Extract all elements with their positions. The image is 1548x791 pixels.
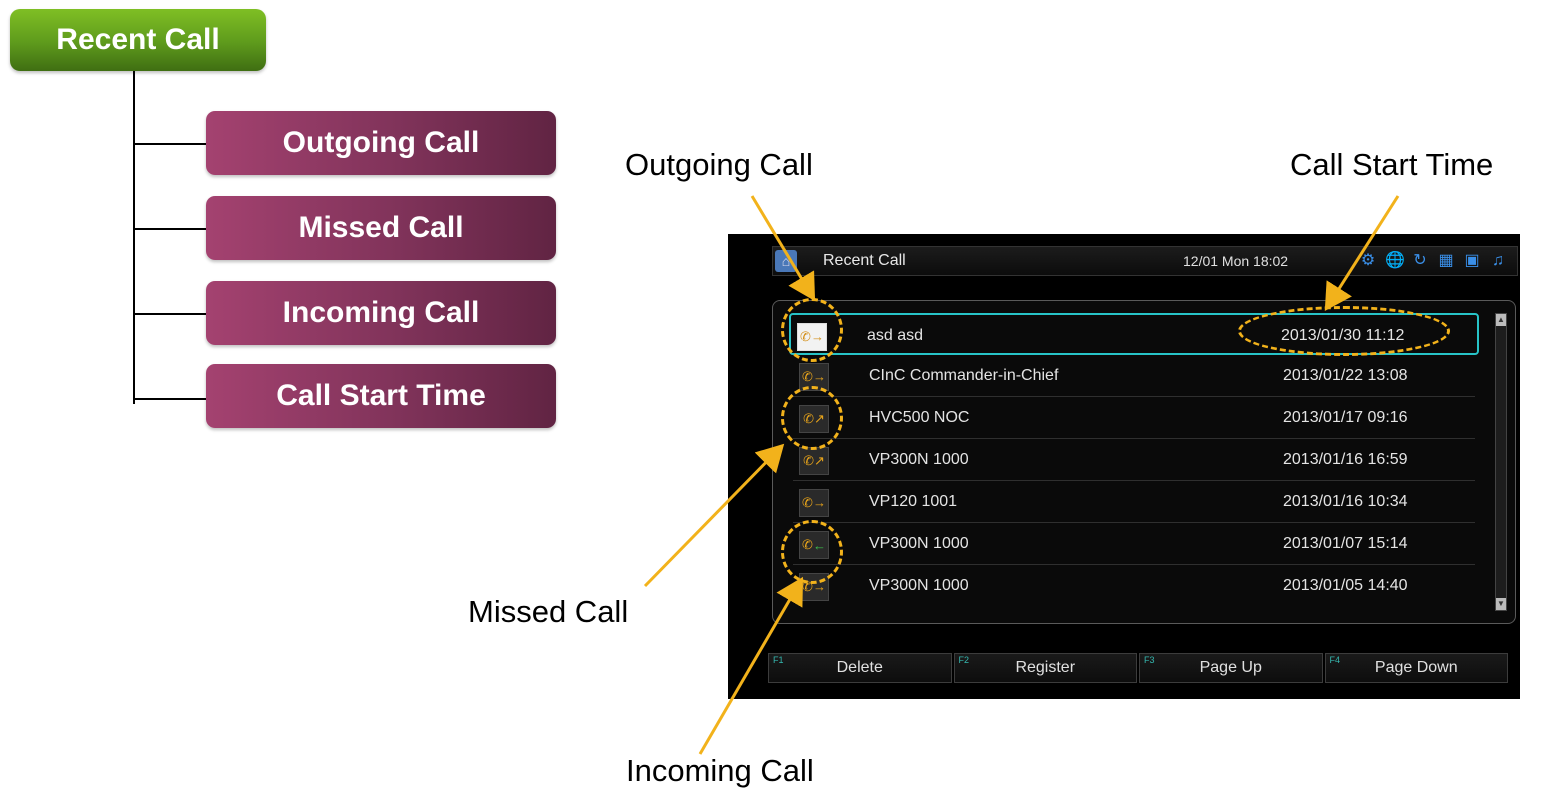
arrow-missed <box>643 443 785 588</box>
callout-arrows <box>643 195 1400 755</box>
arrow-incoming <box>698 576 804 755</box>
arrow-outgoing <box>750 195 816 302</box>
arrow-call-start-time <box>1324 195 1400 312</box>
